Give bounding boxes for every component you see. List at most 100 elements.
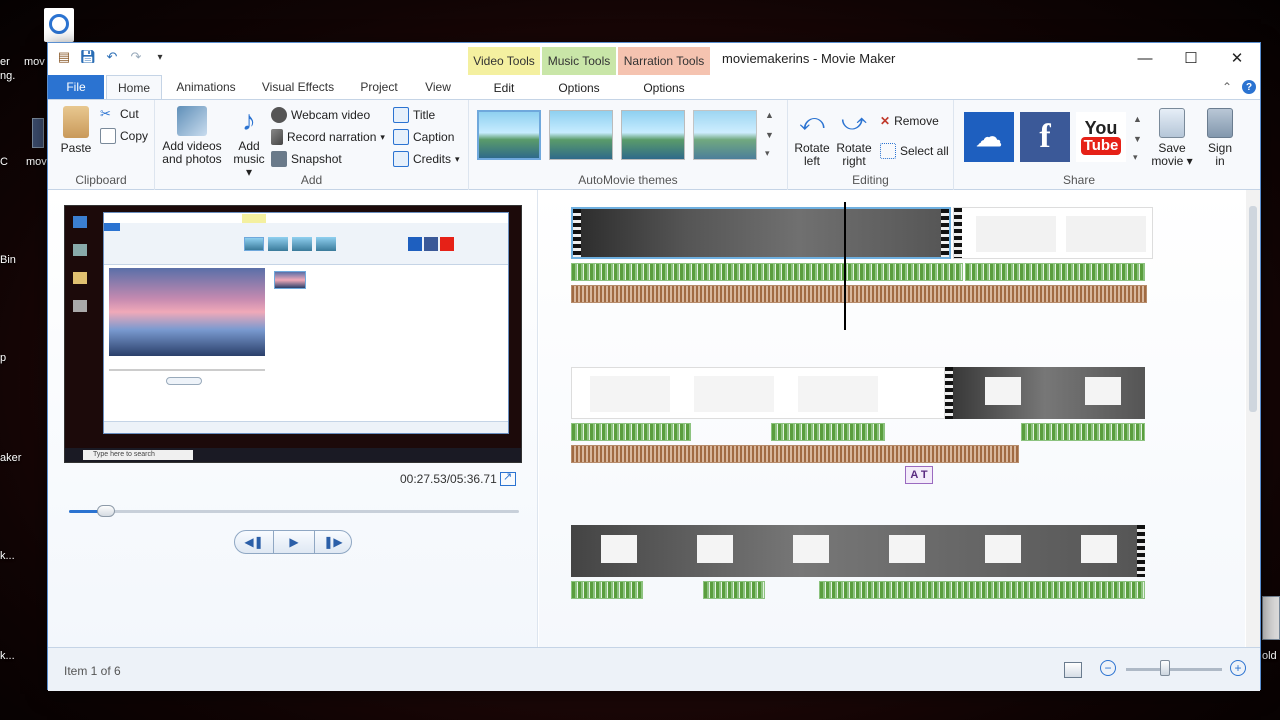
music-track[interactable]: [571, 581, 643, 599]
maximize-button[interactable]: ☐: [1168, 43, 1214, 73]
theme-fade[interactable]: [693, 110, 757, 160]
close-button[interactable]: ✕: [1214, 43, 1260, 73]
caption-button[interactable]: Caption: [393, 129, 454, 145]
video-clip[interactable]: [571, 207, 951, 259]
facebook-icon[interactable]: f: [1020, 112, 1070, 162]
undo-icon[interactable]: ↶: [104, 49, 120, 65]
rotate-right-button[interactable]: ⤻ Rotate right: [834, 108, 874, 168]
playhead[interactable]: [844, 202, 846, 330]
desktop-side-tile[interactable]: [1262, 596, 1280, 640]
youtube-icon[interactable]: You Tube: [1076, 112, 1126, 162]
preview-mini-taskbar: Type here to search: [65, 448, 521, 462]
rotate-right-icon: ⤻: [841, 109, 867, 136]
share-more-icon[interactable]: ▾: [1133, 152, 1138, 163]
next-frame-button[interactable]: ❚▶: [314, 530, 352, 554]
camera-icon: [271, 151, 287, 167]
video-preview[interactable]: Type here to search: [64, 205, 522, 463]
themes-more-icon[interactable]: ▾: [765, 148, 770, 159]
desktop-label: aker: [0, 452, 22, 464]
narration-track[interactable]: [571, 285, 1147, 303]
add-videos-button[interactable]: Add videos and photos: [159, 106, 225, 166]
editing-group: ⤺ Rotate left ⤻ Rotate right ✕ Remove Sel…: [788, 100, 954, 190]
video-clip[interactable]: [945, 367, 1145, 419]
select-all-button[interactable]: Select all: [880, 143, 949, 159]
record-narration-button[interactable]: Record narration ▾: [271, 129, 385, 145]
add-music-button[interactable]: ♪ Add music ▾: [229, 106, 269, 179]
caption-tag[interactable]: A T: [905, 466, 933, 484]
fullscreen-icon[interactable]: ↗: [500, 471, 516, 486]
theme-cinematic[interactable]: [621, 110, 685, 160]
music-track[interactable]: [1021, 423, 1145, 441]
storyboard-scrollbar[interactable]: [1246, 190, 1260, 647]
preview-mini-ribbon: [104, 213, 508, 265]
webcam-video-button[interactable]: Webcam video: [271, 107, 370, 123]
share-group-label: Share: [1062, 173, 1096, 187]
remove-label: Remove: [894, 114, 939, 128]
copy-button[interactable]: Copy: [100, 128, 148, 144]
snapshot-button[interactable]: Snapshot: [271, 151, 342, 167]
tab-view[interactable]: View: [414, 75, 462, 99]
quick-access-toolbar: ▤ 💾︎ ↶ ↷ ▾: [56, 49, 168, 65]
tab-visual-effects[interactable]: Visual Effects: [254, 75, 342, 99]
music-track[interactable]: [571, 263, 963, 281]
collapse-ribbon-icon[interactable]: ⌃: [1220, 75, 1234, 99]
video-clip[interactable]: [953, 207, 1153, 259]
credits-label: Credits: [413, 152, 452, 166]
storyboard[interactable]: A T: [539, 190, 1245, 647]
video-clip[interactable]: [571, 525, 1145, 577]
desktop-video-icon[interactable]: [32, 118, 44, 148]
themes-scroll-down-icon[interactable]: ▼: [765, 130, 774, 140]
narration-track[interactable]: [571, 445, 1019, 463]
remove-button[interactable]: ✕ Remove: [880, 114, 939, 128]
main-area: Type here to search 00:27.53/05:36.71 ↗ …: [48, 190, 1260, 647]
tab-project[interactable]: Project: [352, 75, 406, 99]
zoom-in-button[interactable]: +: [1230, 660, 1246, 676]
status-bar: Item 1 of 6 − +: [48, 647, 1260, 691]
previous-frame-button[interactable]: ◀❚: [234, 530, 274, 554]
webcam-label: Webcam video: [291, 108, 371, 122]
onedrive-icon[interactable]: ☁: [964, 112, 1014, 162]
rotate-left-button[interactable]: ⤺ Rotate left: [792, 108, 832, 168]
scrollbar-thumb[interactable]: [1249, 206, 1257, 412]
tab-file[interactable]: File: [48, 75, 104, 99]
desktop-label: mov: [24, 56, 45, 68]
desktop-target-icon[interactable]: [44, 8, 74, 42]
video-clip[interactable]: [571, 367, 945, 419]
zoom-out-button[interactable]: −: [1100, 660, 1116, 676]
tab-home[interactable]: Home: [106, 75, 162, 100]
seek-bar-thumb[interactable]: [96, 505, 115, 517]
sign-in-button[interactable]: Sign in: [1200, 108, 1240, 168]
music-track[interactable]: [965, 263, 1145, 281]
music-track[interactable]: [703, 581, 765, 599]
theme-contemporary[interactable]: [549, 110, 613, 160]
seek-bar[interactable]: [69, 505, 519, 517]
film-strip: [1137, 525, 1145, 577]
theme-default[interactable]: [477, 110, 541, 160]
app-film-icon[interactable]: ▤: [56, 49, 72, 65]
redo-icon[interactable]: ↷: [128, 49, 144, 65]
zoom-slider[interactable]: [1126, 668, 1222, 671]
help-icon[interactable]: ?: [1240, 75, 1258, 99]
zoom-slider-thumb[interactable]: [1160, 660, 1170, 676]
customize-qat-icon[interactable]: ▾: [152, 49, 168, 65]
paste-button[interactable]: Paste: [56, 106, 96, 155]
music-track[interactable]: [771, 423, 885, 441]
credits-button[interactable]: Credits ▾: [393, 151, 460, 167]
preview-sunset-photo: [109, 268, 265, 356]
tab-animations[interactable]: Animations: [168, 75, 244, 99]
save-movie-button[interactable]: Save movie ▾: [1150, 108, 1194, 168]
music-track[interactable]: [571, 423, 691, 441]
minimize-button[interactable]: —: [1122, 43, 1168, 73]
time-readout: 00:27.53/05:36.71: [400, 472, 497, 486]
thumbnail-size-icon[interactable]: [1064, 662, 1082, 678]
user-avatar-icon: [1207, 108, 1233, 138]
play-button[interactable]: ▶: [273, 530, 315, 554]
share-scroll-up-icon[interactable]: ▲: [1133, 114, 1142, 124]
music-track[interactable]: [819, 581, 1145, 599]
themes-scroll-up-icon[interactable]: ▲: [765, 110, 774, 120]
share-scroll-down-icon[interactable]: ▼: [1133, 134, 1142, 144]
cut-button[interactable]: ✂ Cut: [100, 106, 139, 122]
cut-label: Cut: [120, 107, 139, 121]
title-button[interactable]: Title: [393, 107, 435, 123]
save-icon[interactable]: 💾︎: [80, 49, 97, 65]
